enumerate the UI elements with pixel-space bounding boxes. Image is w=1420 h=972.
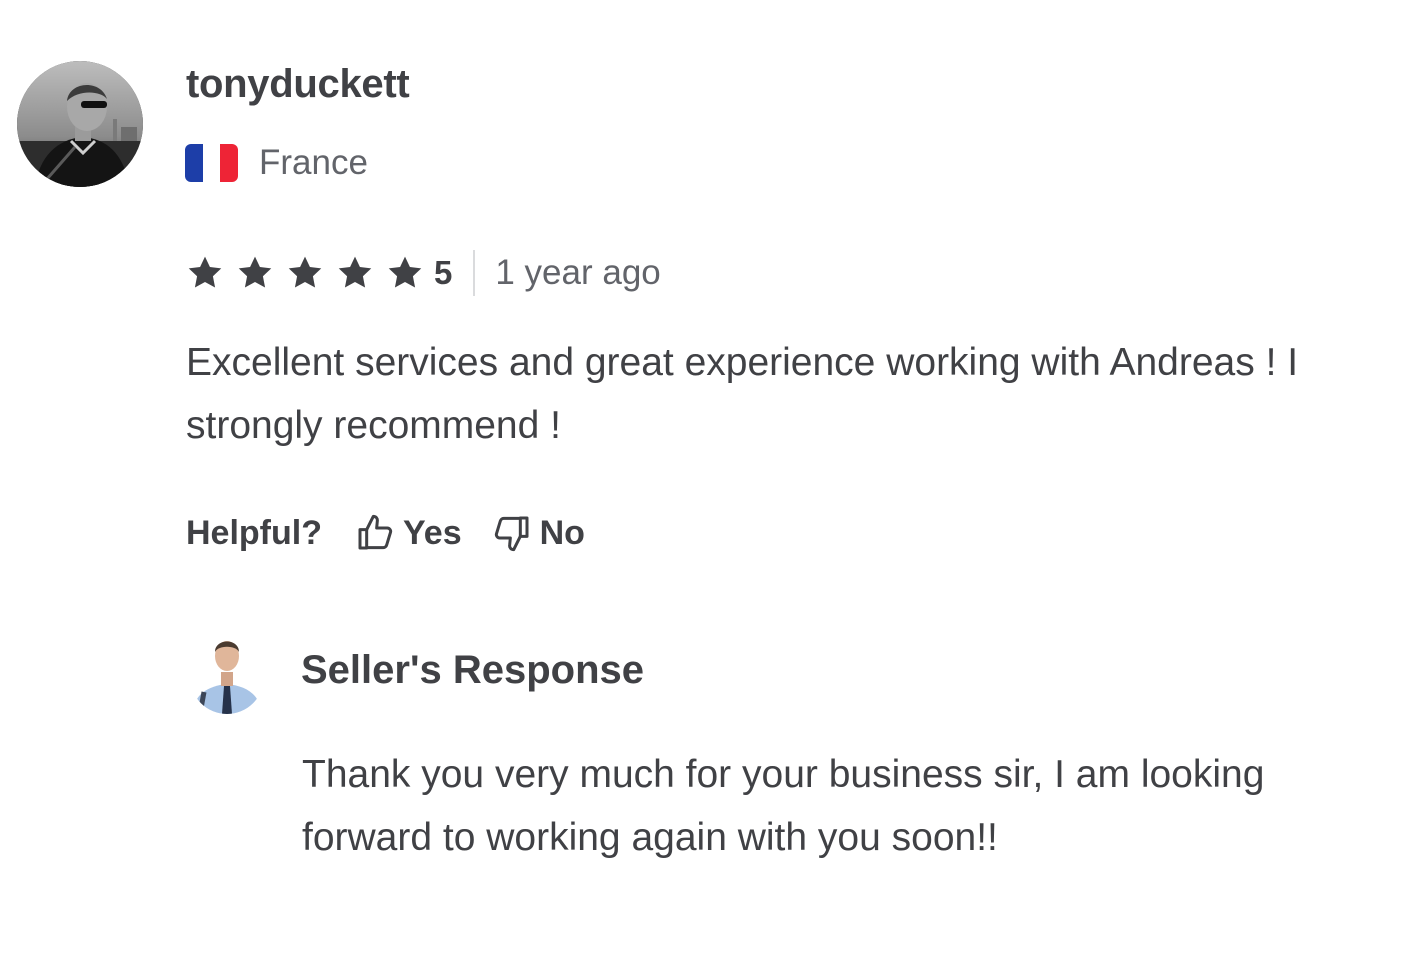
star-icon	[185, 253, 225, 293]
thumbs-up-icon	[358, 514, 393, 550]
flag-stripe-red	[220, 144, 238, 182]
rating-value: 5	[434, 254, 453, 291]
seller-avatar[interactable]	[190, 632, 264, 714]
seller-response-text: Thank you very much for your business si…	[302, 753, 1265, 859]
helpful-yes-button[interactable]: Yes	[355, 513, 462, 553]
review-time-ago: 1 year ago	[495, 253, 661, 292]
flag-stripe-blue	[185, 144, 203, 182]
thumbs-down-icon	[494, 516, 529, 552]
review-text: Excellent services and great experience …	[186, 341, 1299, 447]
country-name: France	[259, 143, 368, 182]
helpful-label: Helpful?	[186, 513, 322, 552]
star-icon	[235, 253, 275, 293]
reviewer-country: France	[185, 140, 368, 186]
helpful-no-button[interactable]: No	[492, 513, 585, 553]
rating-row: 5 1 year ago	[185, 248, 661, 298]
france-flag-icon	[185, 144, 238, 182]
star-icon	[335, 253, 375, 293]
star-icon	[285, 253, 325, 293]
rating-divider	[473, 250, 476, 296]
star-rating	[185, 253, 435, 293]
helpful-row: Helpful? Yes No	[186, 508, 615, 558]
reviewer-avatar[interactable]	[17, 61, 143, 187]
reviewer-username[interactable]: tonyduckett	[186, 60, 410, 108]
helpful-yes-label: Yes	[402, 513, 462, 552]
seller-response-title: Seller's Response	[301, 648, 645, 692]
helpful-no-label: No	[539, 513, 585, 552]
flag-stripe-white	[202, 144, 221, 182]
star-icon	[385, 253, 425, 293]
